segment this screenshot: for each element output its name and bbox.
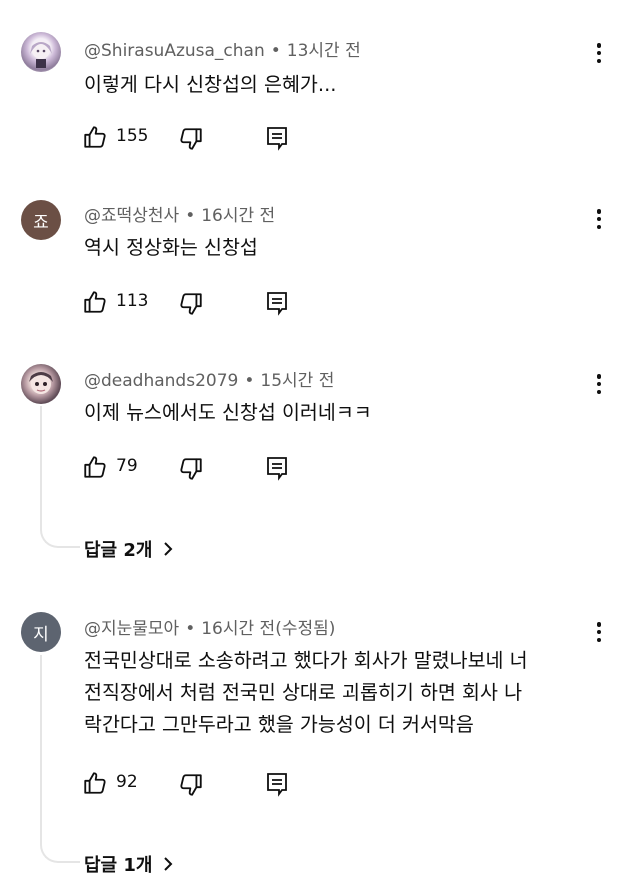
comment-actions: 155 xyxy=(82,124,312,152)
author-handle[interactable]: @ShirasuAzusa_chan xyxy=(84,41,265,61)
replies-count-label: 답글 1개 xyxy=(84,855,153,876)
more-options-icon[interactable] xyxy=(589,40,609,66)
avatar[interactable] xyxy=(21,364,61,404)
comment-actions: 113 xyxy=(82,289,312,317)
more-options-icon[interactable] xyxy=(589,619,609,645)
author-handle[interactable]: @지눈물모아 xyxy=(84,619,179,639)
view-replies-button[interactable]: 답글 1개 xyxy=(84,851,174,877)
timestamp[interactable]: 13시간 전 xyxy=(287,41,361,61)
reply-icon[interactable] xyxy=(265,125,289,155)
reply-icon[interactable] xyxy=(265,771,289,801)
comment-text: 이렇게 다시 신창섭의 은혜가... xyxy=(84,73,337,96)
author-handle[interactable]: @deadhands2079 xyxy=(84,371,238,391)
comment-text: 역시 정상화는 신창섭 xyxy=(84,236,258,259)
anime-avatar-icon xyxy=(29,372,53,394)
comment-meta: @죠떡상천사 • 16시간 전 xyxy=(84,201,275,226)
separator-dot: • xyxy=(270,41,281,61)
comment-text: 전국민상대로 소송하려고 했다가 회사가 말렸나보네 너 전직장에서 처럼 전국… xyxy=(84,645,604,741)
comment-text: 이제 뉴스에서도 신창섭 이러네ㅋㅋ xyxy=(84,401,372,424)
comment-actions: 79 xyxy=(82,454,312,482)
view-replies-button[interactable]: 답글 2개 xyxy=(84,536,174,562)
thread-connector-line xyxy=(40,406,80,548)
more-options-icon[interactable] xyxy=(589,371,609,397)
thumbs-up-icon[interactable] xyxy=(82,124,108,154)
chevron-right-icon xyxy=(164,542,173,556)
avatar-letter: 죠 xyxy=(33,212,49,233)
chevron-right-icon xyxy=(164,857,173,871)
more-options-icon[interactable] xyxy=(589,206,609,232)
timestamp[interactable]: 15시간 전 xyxy=(260,371,334,391)
comment-meta: @지눈물모아 • 16시간 전(수정됨) xyxy=(84,614,335,639)
author-handle[interactable]: @죠떡상천사 xyxy=(84,206,179,226)
reply-icon[interactable] xyxy=(265,290,289,320)
comment-actions: 92 xyxy=(82,770,312,798)
reply-icon[interactable] xyxy=(265,455,289,485)
timestamp[interactable]: 16시간 전 xyxy=(201,206,275,226)
avatar[interactable]: 지 xyxy=(21,612,61,652)
thumbs-down-icon[interactable] xyxy=(178,772,204,802)
timestamp[interactable]: 16시간 전(수정됨) xyxy=(201,619,335,639)
comment-text-line: 전국민상대로 소송하려고 했다가 회사가 말렸나보네 너 xyxy=(84,649,528,672)
thumbs-up-icon[interactable] xyxy=(82,289,108,319)
thread-connector-line xyxy=(40,655,80,863)
like-count: 79 xyxy=(116,456,138,476)
separator-dot: • xyxy=(244,371,255,391)
thumbs-up-icon[interactable] xyxy=(82,454,108,484)
comment-text-line: 락간다고 그만두라고 했을 가능성이 더 커서막음 xyxy=(84,713,474,736)
like-count: 92 xyxy=(116,772,138,792)
thumbs-down-icon[interactable] xyxy=(178,291,204,321)
avatar[interactable]: 죠 xyxy=(21,200,61,240)
separator-dot: • xyxy=(185,206,196,226)
avatar[interactable] xyxy=(21,32,61,72)
comment-meta: @ShirasuAzusa_chan • 13시간 전 xyxy=(84,36,361,61)
anime-avatar-icon xyxy=(30,41,52,68)
avatar-letter: 지 xyxy=(33,624,49,645)
comment-meta: @deadhands2079 • 15시간 전 xyxy=(84,366,334,391)
thumbs-down-icon[interactable] xyxy=(178,456,204,486)
comment-text-line: 전직장에서 처럼 전국민 상대로 괴롭히기 하면 회사 나 xyxy=(84,681,523,704)
like-count: 113 xyxy=(116,291,149,311)
separator-dot: • xyxy=(185,619,196,639)
like-count: 155 xyxy=(116,126,149,146)
thumbs-down-icon[interactable] xyxy=(178,126,204,156)
replies-count-label: 답글 2개 xyxy=(84,540,153,561)
thumbs-up-icon[interactable] xyxy=(82,770,108,800)
